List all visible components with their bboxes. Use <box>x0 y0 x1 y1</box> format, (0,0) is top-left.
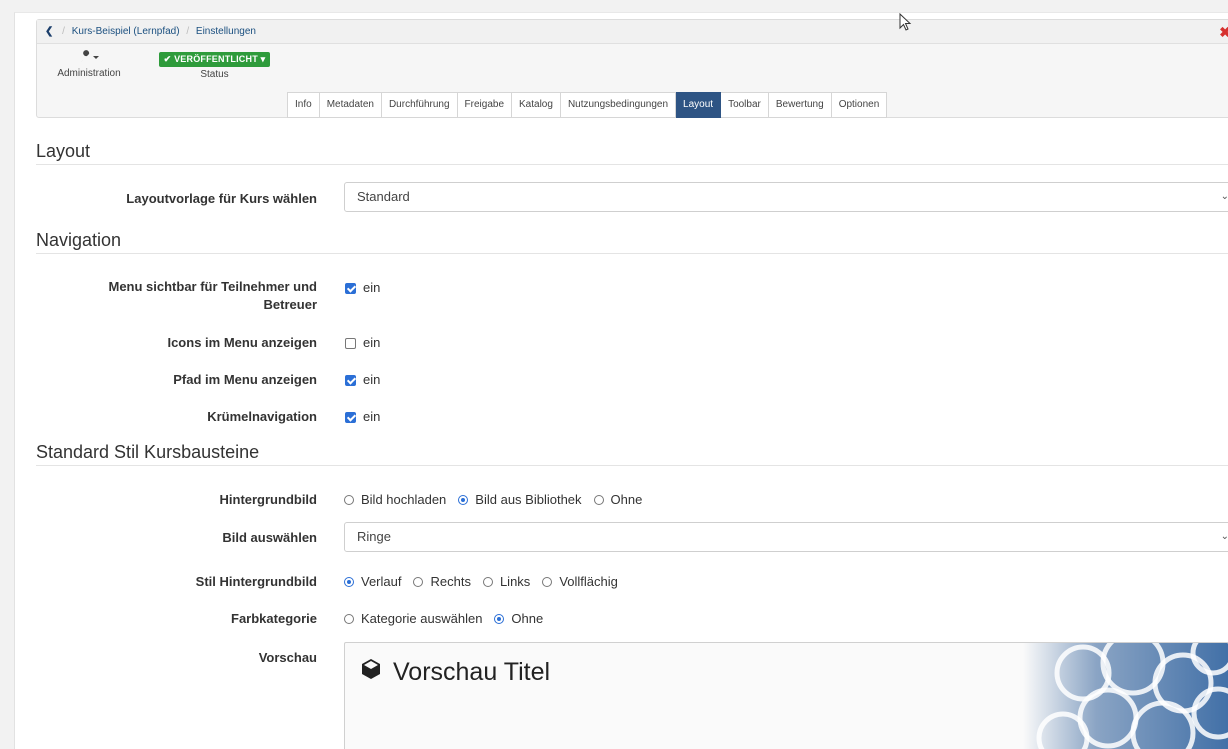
radio-selected-icon[interactable] <box>344 577 354 587</box>
radio-label: Verlauf <box>361 574 402 589</box>
select-image-dropdown[interactable]: Ringe ⌄ <box>344 522 1228 552</box>
background-image-label: Hintergrundbild <box>219 492 318 507</box>
radio-unselected-icon[interactable] <box>542 577 553 587</box>
icons-menu-checkbox[interactable]: ein <box>345 335 380 351</box>
radio-label: Bild hochladen <box>361 492 447 507</box>
tab-katalog[interactable]: Katalog <box>512 92 561 118</box>
bg-style-label: Stil Hintergrundbild <box>195 574 317 589</box>
close-icon[interactable]: ✖ <box>1219 20 1228 44</box>
page: ❮ / Kurs-Beispiel (Lernpfad) / Einstellu… <box>14 12 1228 749</box>
tab-optionen[interactable]: Optionen <box>831 92 888 118</box>
status-label: Status <box>200 69 229 80</box>
tab-toolbar[interactable]: Toolbar <box>721 92 769 118</box>
breadcrumb-nav-value: ein <box>363 409 381 424</box>
preview-box: Vorschau Titel <box>344 642 1228 749</box>
color-category-radios: Kategorie auswählen Ohne <box>344 611 555 627</box>
check-icon: ✔ <box>163 54 172 64</box>
chevron-down-icon: ⌄ <box>1221 523 1228 551</box>
radio-unselected-icon[interactable] <box>413 577 424 587</box>
path-menu-value: ein <box>363 372 381 387</box>
menu-visible-label: Menu sichtbar für Teilnehmer und Betreue… <box>108 279 317 312</box>
menu-visible-value: ein <box>363 280 381 295</box>
divider <box>36 164 1228 165</box>
tab-metadaten[interactable]: Metadaten <box>319 92 382 118</box>
mouse-cursor-icon <box>899 13 912 31</box>
radio-label: Bild aus Bibliothek <box>475 492 582 507</box>
radio-unselected-icon[interactable] <box>344 495 354 505</box>
rings-background-image <box>1023 643 1228 749</box>
radio-label: Rechts <box>430 574 471 589</box>
radio-unselected-icon[interactable] <box>593 495 604 505</box>
radio-label: Ohne <box>610 492 643 507</box>
divider <box>36 253 1228 254</box>
checkbox-checked-icon[interactable] <box>345 411 356 423</box>
radio-bild-bibliothek[interactable]: Bild aus Bibliothek <box>458 492 582 508</box>
tab-layout[interactable]: Layout <box>676 92 722 118</box>
radio-unselected-icon[interactable] <box>482 577 493 587</box>
checkbox-checked-icon[interactable] <box>345 282 356 294</box>
checkbox-checked-icon[interactable] <box>345 374 356 386</box>
chevron-left-icon[interactable]: ❮ <box>45 26 53 37</box>
tab-info[interactable]: Info <box>287 92 320 118</box>
style-heading: Standard Stil Kursbausteine <box>36 442 260 462</box>
radio-ohne-farbe[interactable]: Ohne <box>494 611 543 627</box>
radio-selected-icon[interactable] <box>494 614 505 624</box>
navigation-heading: Navigation <box>36 230 122 250</box>
course-toolbar: ❮ / Kurs-Beispiel (Lernpfad) / Einstellu… <box>36 19 1228 118</box>
breadcrumb-settings[interactable]: Einstellungen <box>196 26 256 37</box>
administration-button[interactable]: Administration <box>49 50 129 79</box>
breadcrumb: ❮ / Kurs-Beispiel (Lernpfad) / Einstellu… <box>37 20 1228 44</box>
preview-title: Vorschau Titel <box>359 657 550 688</box>
settings-tabs: Info Metadaten Durchführung Freigabe Kat… <box>287 92 888 118</box>
radio-verlauf[interactable]: Verlauf <box>344 574 401 590</box>
breadcrumb-nav-label: Krümelnavigation <box>207 409 317 424</box>
radio-bild-hochladen[interactable]: Bild hochladen <box>344 492 446 508</box>
wrench-icon <box>49 50 129 68</box>
cube-icon <box>359 657 383 688</box>
menu-visible-checkbox[interactable]: ein <box>345 280 380 296</box>
bg-style-radios: Verlauf Rechts Links Vollflächig <box>344 574 630 590</box>
status-badge-label: VERÖFFENTLICHT <box>174 54 258 64</box>
layout-template-value: Standard <box>357 189 410 204</box>
tab-freigabe[interactable]: Freigabe <box>457 92 513 118</box>
radio-selected-icon[interactable] <box>458 495 469 505</box>
radio-vollflaechig[interactable]: Vollflächig <box>542 574 618 590</box>
color-category-label: Farbkategorie <box>231 611 317 626</box>
select-image-label: Bild auswählen <box>222 530 317 545</box>
radio-links[interactable]: Links <box>482 574 531 590</box>
layout-template-select[interactable]: Standard ⌄ <box>344 182 1228 212</box>
layout-heading: Layout <box>36 141 91 161</box>
icons-menu-value: ein <box>363 335 381 350</box>
tab-durchfuehrung[interactable]: Durchführung <box>381 92 458 118</box>
icons-menu-label: Icons im Menu anzeigen <box>167 335 317 350</box>
preview-label: Vorschau <box>258 650 317 665</box>
select-image-value: Ringe <box>357 529 391 544</box>
administration-label: Administration <box>57 68 121 79</box>
status-badge[interactable]: ✔ VERÖFFENTLICHT ▾ <box>158 52 271 67</box>
tab-nutzungsbedingungen[interactable]: Nutzungsbedingungen <box>560 92 677 118</box>
checkbox-unchecked-icon[interactable] <box>345 337 356 349</box>
radio-rechts[interactable]: Rechts <box>413 574 471 590</box>
breadcrumb-nav-checkbox[interactable]: ein <box>345 409 380 425</box>
path-menu-label: Pfad im Menu anzeigen <box>173 372 317 387</box>
background-image-radios: Bild hochladen Bild aus Bibliothek Ohne <box>344 492 654 508</box>
status-dropdown[interactable]: ✔ VERÖFFENTLICHT ▾ Status <box>152 52 277 80</box>
path-menu-checkbox[interactable]: ein <box>345 372 380 388</box>
radio-ohne[interactable]: Ohne <box>593 492 643 508</box>
layout-template-label: Layoutvorlage für Kurs wählen <box>126 191 317 206</box>
radio-unselected-icon[interactable] <box>344 614 354 624</box>
preview-title-text: Vorschau Titel <box>393 658 551 686</box>
breadcrumb-course[interactable]: Kurs-Beispiel (Lernpfad) <box>72 26 180 37</box>
radio-label: Vollflächig <box>559 574 618 589</box>
divider <box>36 465 1228 466</box>
radio-label: Kategorie auswählen <box>361 611 483 626</box>
radio-label: Links <box>499 574 531 589</box>
radio-label: Ohne <box>511 611 544 626</box>
tab-bewertung[interactable]: Bewertung <box>768 92 832 118</box>
chevron-down-icon: ⌄ <box>1221 183 1228 211</box>
caret-down-icon: ▾ <box>260 54 266 64</box>
radio-kategorie-auswaehlen[interactable]: Kategorie auswählen <box>344 611 482 627</box>
